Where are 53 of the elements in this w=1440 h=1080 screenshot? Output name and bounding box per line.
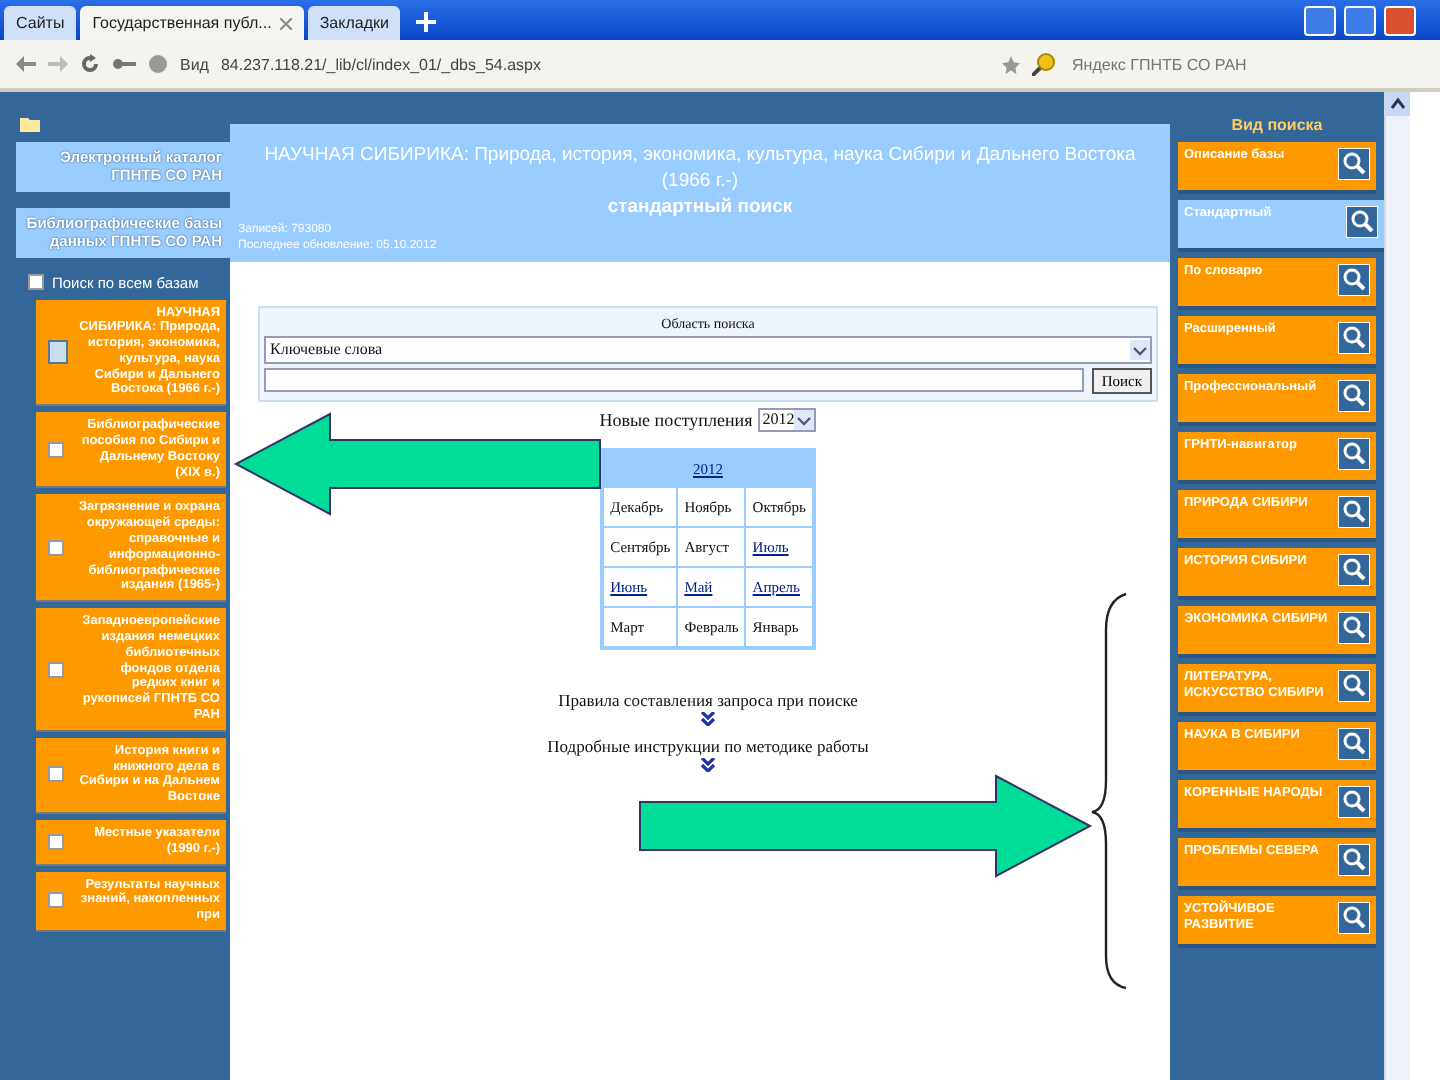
search-icon[interactable] <box>1032 52 1056 76</box>
search-icon[interactable] <box>1338 496 1370 528</box>
search-icon[interactable] <box>1338 438 1370 470</box>
search-icon[interactable] <box>1338 728 1370 760</box>
key-icon[interactable] <box>112 58 136 70</box>
new-arrivals-label: Новые поступления <box>599 409 753 430</box>
checkbox[interactable] <box>48 892 64 909</box>
caret-icon <box>794 409 815 430</box>
database-title: НАУЧНАЯ СИБИРИКА: Природа, история, экономика, культура, наука Сибири и Дальнего Востока (1966 г.-) <box>262 144 1138 196</box>
search-icon[interactable] <box>1338 902 1370 934</box>
minimize-button[interactable] <box>1304 6 1336 36</box>
search-icon[interactable] <box>1338 380 1370 412</box>
search-icon[interactable] <box>1338 554 1370 586</box>
search-icon[interactable] <box>1346 206 1378 238</box>
close-tab-icon[interactable] <box>279 17 292 29</box>
new-tab-icon[interactable] <box>416 12 437 32</box>
panel-title: Вид поиска <box>1229 116 1325 134</box>
search-icon[interactable] <box>1338 612 1370 644</box>
checkbox[interactable] <box>48 539 64 556</box>
expand-icon[interactable] <box>700 757 716 772</box>
checkbox[interactable] <box>48 661 64 678</box>
search-icon[interactable] <box>1338 844 1370 876</box>
expand-icon[interactable] <box>699 711 716 726</box>
checkbox[interactable] <box>48 339 68 364</box>
address-field[interactable]: 84.237.118.21/_lib/cl/index_01/_dbs_54.aspx <box>220 55 681 73</box>
search-area-dropdown[interactable]: Ключевые слова <box>264 335 1152 364</box>
search-icon[interactable] <box>1338 786 1370 818</box>
folder-icon <box>20 116 40 132</box>
checkbox[interactable] <box>48 833 64 850</box>
close-button[interactable] <box>1384 6 1416 36</box>
search-icon[interactable] <box>1338 670 1370 702</box>
checkbox[interactable] <box>48 441 64 458</box>
year-dropdown[interactable]: 2012 <box>758 407 817 432</box>
search-icon[interactable] <box>1338 148 1370 180</box>
browser-tab[interactable]: Сайты <box>4 6 77 40</box>
caret-icon <box>1130 339 1150 360</box>
back-icon[interactable] <box>16 56 36 72</box>
scroll-up-icon[interactable] <box>1386 92 1410 116</box>
checkbox[interactable] <box>28 274 44 290</box>
checkbox[interactable] <box>48 766 64 783</box>
search-field[interactable] <box>264 367 1084 392</box>
help-link[interactable]: Правила составления запроса при поиске <box>558 689 858 710</box>
reload-icon[interactable] <box>80 54 100 74</box>
page-subtitle: стандартный поиск <box>605 195 795 221</box>
help-link[interactable]: Подробные инструкции по методике работы <box>547 735 869 756</box>
search-icon[interactable] <box>1338 264 1370 296</box>
browser-tab[interactable]: Закладки <box>307 6 401 40</box>
search-field[interactable]: Яндекс ГПНТБ СО РАН <box>1068 53 1396 75</box>
back-label[interactable]: Вид <box>180 55 209 73</box>
search-icon[interactable] <box>1338 322 1370 354</box>
star-icon[interactable] <box>1002 55 1020 73</box>
browser-tab[interactable]: Государственная публ... <box>80 6 304 40</box>
restore-button[interactable] <box>1344 6 1376 36</box>
